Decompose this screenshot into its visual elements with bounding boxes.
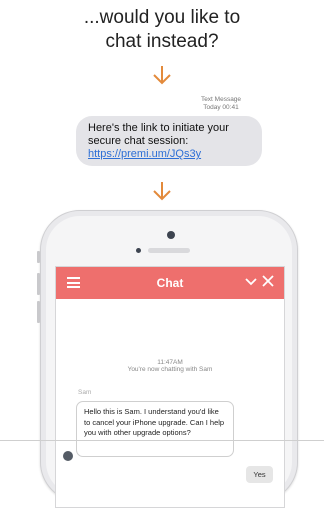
chat-link[interactable]: https://premi.um/JQs3y [88,148,201,160]
arrow-down-icon [151,64,173,86]
sms-bubble: Here's the link to initiate your secure … [76,116,262,166]
phone-screen: Chat 11:47AM You're now chatting with Sa… [55,266,285,508]
front-camera [167,231,175,239]
sms-meta: Text Message Today 00:41 [166,96,276,112]
headline-line-2: chat instead? [105,31,219,52]
headline: ...would you like to chat instead? [0,6,324,54]
chat-system-message: You're now chatting with Sam [127,366,213,373]
agent-message-text: Hello this is Sam. I understand you'd li… [84,407,225,437]
sms-text: Here's the link to initiate your secure … [88,122,229,147]
user-message-text: Yes [253,470,266,479]
arrow-down-icon [151,180,173,202]
sms-label: Text Message [200,96,242,103]
proximity-sensor [136,248,141,253]
agent-message-bubble: Hello this is Sam. I understand you'd li… [76,401,234,457]
divider [0,440,324,441]
sms-time: Today 00:41 [203,104,239,111]
headline-line-1: ...would you like to [83,7,241,28]
user-message-bubble: Yes [246,466,273,483]
chevron-down-icon[interactable] [245,275,257,291]
mute-switch [37,251,40,263]
phone-frame: Chat 11:47AM You're now chatting with Sa… [37,210,298,508]
earpiece-speaker [148,248,190,253]
volume-up-button [37,273,40,295]
volume-down-button [37,301,40,323]
chat-header: Chat [56,267,284,299]
agent-name: Sam [78,389,92,396]
close-icon[interactable] [262,275,274,291]
agent-avatar [63,451,73,461]
